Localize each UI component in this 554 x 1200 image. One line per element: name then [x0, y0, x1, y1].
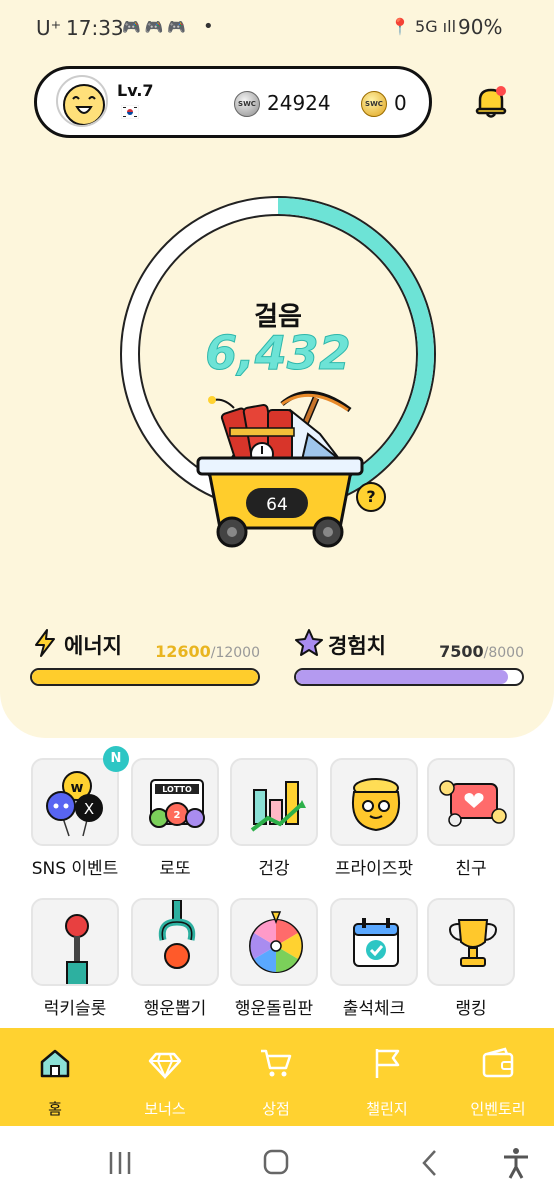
- home-icon: [40, 1049, 70, 1078]
- gold-coin-balance: 0: [394, 91, 407, 115]
- experience-label: 경험치: [328, 634, 386, 658]
- star-icon: [295, 629, 323, 656]
- menu-label: 행운돌림판: [234, 999, 314, 1019]
- profile-card[interactable]: Lv.7 SWC 24924 SWC 0: [34, 66, 432, 138]
- nav-tab-shop[interactable]: 상점: [221, 1028, 331, 1126]
- menu-item-ranking[interactable]: 랭킹: [427, 898, 515, 1019]
- accessibility-icon[interactable]: [496, 1146, 536, 1180]
- menu-item-friends[interactable]: 친구: [427, 758, 515, 879]
- bottom-navigation: 홈 보너스 상점 챌린지 인벤토리: [0, 1028, 554, 1126]
- sweatcoin-gold-icon: SWC: [361, 91, 387, 117]
- menu-tile: [230, 758, 318, 846]
- menu-label: 출석체크: [342, 999, 406, 1019]
- steps-count: 6,432: [205, 326, 352, 381]
- energy-bar-fill: [32, 670, 258, 684]
- menu-tile: [427, 758, 515, 846]
- user-level: Lv.7: [117, 81, 154, 100]
- recent-apps-icon[interactable]: [100, 1146, 140, 1180]
- home-header-area: U⁺ 17:33 🎮🎮🎮 • 📍 5G ıll 90% Lv.7 SWC 249…: [0, 0, 554, 738]
- svg-text:X: X: [84, 800, 94, 818]
- experience-bar: [294, 668, 524, 686]
- menu-item-health[interactable]: 건강: [230, 758, 318, 879]
- home-system-icon[interactable]: [256, 1146, 296, 1180]
- carrier-label: U⁺: [36, 16, 62, 40]
- energy-value: 12600/12000: [155, 642, 260, 661]
- nav-tab-inventory[interactable]: 인벤토리: [443, 1028, 553, 1126]
- system-navigation-bar: [0, 1126, 554, 1200]
- menu-tile: LOTTO 2: [131, 758, 219, 846]
- svg-text:LOTTO: LOTTO: [162, 785, 192, 794]
- menu-label: 건강: [258, 859, 290, 879]
- silver-coin-balance: 24924: [267, 91, 331, 115]
- svg-text:w: w: [71, 780, 84, 796]
- menu-label: 프라이즈팟: [334, 859, 414, 879]
- menu-tile: [131, 898, 219, 986]
- nav-label: 홈: [48, 1100, 62, 1118]
- menu-item-prize-pot[interactable]: 프라이즈팟: [330, 758, 418, 879]
- help-button[interactable]: ?: [356, 482, 386, 512]
- energy-bar: [30, 668, 260, 686]
- nav-tab-home[interactable]: 홈: [0, 1028, 110, 1126]
- menu-item-roulette[interactable]: 행운돌림판: [230, 898, 318, 1019]
- svg-text:2: 2: [174, 810, 181, 821]
- trophy-icon: [449, 919, 497, 967]
- smiley-avatar-icon: [63, 84, 105, 125]
- friends-icon: [439, 780, 507, 827]
- nav-label: 보너스: [144, 1100, 186, 1118]
- menu-label: SNS 이벤트: [31, 859, 119, 879]
- battery-level: 90%: [458, 15, 503, 39]
- menu-item-lucky-slot[interactable]: 럭키슬롯: [31, 898, 119, 1019]
- menu-tile: [330, 898, 418, 986]
- nav-label: 챌린지: [366, 1100, 408, 1118]
- notification-bell-button[interactable]: [474, 84, 508, 120]
- menu-label: 로또: [159, 859, 191, 879]
- sns-balloons-icon: w X: [46, 771, 103, 837]
- nav-label: 인벤토리: [470, 1100, 526, 1118]
- nav-tab-challenge[interactable]: 챌린지: [332, 1028, 442, 1126]
- menu-tile: [427, 898, 515, 986]
- korea-flag-icon: [121, 105, 139, 119]
- menu-tile: [31, 898, 119, 986]
- game-notification-icons: 🎮🎮🎮: [122, 18, 191, 36]
- back-icon[interactable]: [410, 1146, 450, 1180]
- menu-tile: [330, 758, 418, 846]
- cart-count: 64: [266, 495, 288, 515]
- lotto-icon: LOTTO 2: [149, 779, 205, 828]
- claw-machine-icon: [158, 900, 196, 969]
- flag-icon: [375, 1049, 400, 1078]
- menu-item-sns-event[interactable]: w X SNS 이벤트 N: [31, 746, 129, 879]
- prize-pot-icon: [352, 778, 400, 832]
- menu-item-claw-machine[interactable]: 행운뽑기: [131, 898, 219, 1019]
- network-signal-icons: 📍 5G ıll: [390, 17, 457, 36]
- menu-label: 랭킹: [455, 999, 487, 1019]
- menu-item-attendance[interactable]: 출석체크: [330, 898, 418, 1019]
- menu-label: 행운뽑기: [143, 999, 207, 1019]
- nav-label: 상점: [262, 1100, 290, 1118]
- menu-tile: w X: [31, 758, 119, 846]
- sweatcoin-silver-icon: SWC: [234, 91, 260, 117]
- lightning-icon: [35, 629, 55, 657]
- menu-label: 럭키슬롯: [43, 999, 107, 1019]
- menu-item-lotto[interactable]: LOTTO 2 로또: [131, 758, 219, 879]
- experience-value: 7500/8000: [439, 642, 524, 661]
- roulette-wheel-icon: [249, 911, 303, 973]
- status-clock: 17:33: [66, 16, 124, 40]
- lucky-slot-icon: [65, 914, 89, 984]
- cart-icon: [261, 1049, 292, 1077]
- health-chart-icon: [250, 781, 306, 832]
- wallet-icon: [482, 1047, 514, 1078]
- avatar[interactable]: [56, 75, 108, 127]
- mining-cart-icon[interactable]: 64: [190, 380, 370, 556]
- bell-icon: [475, 86, 507, 118]
- more-notifications-dot: •: [203, 16, 214, 37]
- nav-tab-bonus[interactable]: 보너스: [110, 1028, 220, 1126]
- diamond-icon: [148, 1052, 182, 1080]
- energy-label: 에너지: [64, 634, 122, 658]
- calendar-check-icon: [353, 918, 399, 967]
- new-badge: N: [103, 746, 129, 772]
- experience-bar-fill: [296, 670, 508, 684]
- menu-tile: [230, 898, 318, 986]
- status-bar: U⁺ 17:33 🎮🎮🎮 • 📍 5G ıll 90%: [0, 0, 554, 56]
- menu-label: 친구: [455, 859, 487, 879]
